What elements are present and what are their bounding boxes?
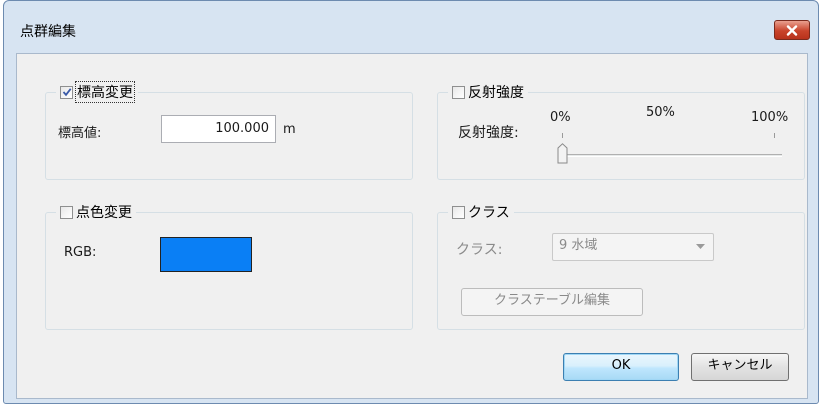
chevron-down-icon [696, 244, 705, 249]
reflectance-slider-label: 反射強度: [458, 125, 519, 141]
class-label: クラス: [456, 242, 503, 258]
elevation-legend: 標高変更 [56, 81, 138, 103]
elevation-value-input[interactable]: 100.000 [161, 115, 276, 143]
point-color-group: 点色変更 RGB: [45, 202, 413, 330]
elevation-value-label: 標高値: [58, 126, 102, 141]
slider-tick-label-50: 50% [646, 105, 675, 120]
class-checkbox[interactable] [452, 205, 465, 219]
reflectance-slider-track[interactable] [558, 154, 782, 157]
checkmark-icon [62, 88, 71, 97]
class-legend: クラス [448, 202, 514, 222]
dialog-client-area: 標高変更 標高値: 100.000 m 反射強度 反射強度: 0% 50% 10… [16, 53, 808, 399]
slider-tick-label-100: 100% [751, 110, 789, 125]
class-select[interactable]: 9 水域 [552, 233, 714, 261]
dialog-window: 点群編集 標高変更 標高値: 100.000 m 反射強度 反射強度: 0% 5… [3, 0, 819, 404]
slider-tick-mark [562, 133, 563, 138]
ok-button[interactable]: OK [563, 353, 679, 381]
cancel-button[interactable]: キャンセル [691, 353, 789, 381]
point-color-checkbox-label[interactable]: 点色変更 [76, 202, 132, 222]
elevation-unit: m [283, 122, 296, 137]
class-checkbox-label[interactable]: クラス [468, 202, 510, 222]
elevation-checkbox-label[interactable]: 標高変更 [75, 81, 135, 103]
class-table-edit-button[interactable]: クラステーブル編集 [461, 288, 643, 316]
rgb-label: RGB: [64, 245, 97, 260]
slider-tick-mark [774, 133, 775, 138]
elevation-checkbox[interactable] [60, 85, 73, 99]
reflectance-slider-thumb[interactable] [557, 143, 568, 164]
rgb-color-swatch[interactable] [160, 237, 252, 272]
reflectance-checkbox-label[interactable]: 反射強度 [468, 82, 524, 102]
point-color-legend: 点色変更 [56, 202, 136, 222]
class-group: クラス クラス: 9 水域 クラステーブル編集 [437, 202, 805, 330]
close-icon [786, 24, 798, 36]
close-button[interactable] [774, 20, 810, 40]
point-color-checkbox[interactable] [60, 205, 73, 219]
reflectance-group: 反射強度 反射強度: 0% 50% 100% [437, 82, 805, 180]
elevation-group: 標高変更 標高値: 100.000 m [45, 81, 413, 180]
reflectance-legend: 反射強度 [448, 82, 528, 102]
class-select-value: 9 水域 [559, 238, 598, 253]
slider-tick-label-0: 0% [550, 110, 571, 125]
dialog-title: 点群編集 [20, 24, 76, 40]
reflectance-checkbox[interactable] [452, 85, 465, 99]
